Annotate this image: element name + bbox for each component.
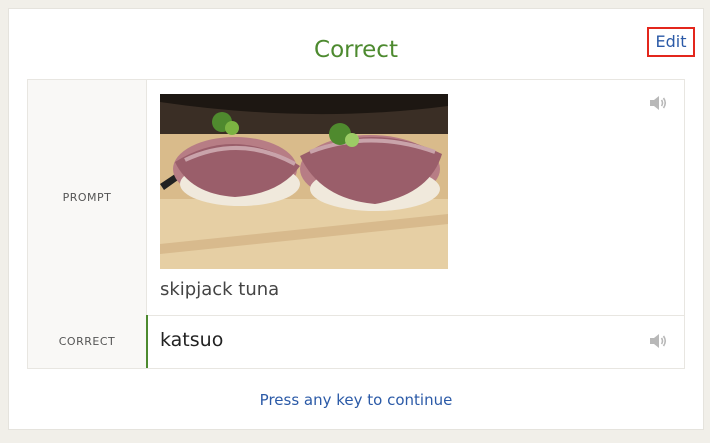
result-title: Correct <box>314 37 398 63</box>
continue-prompt[interactable]: Press any key to continue <box>9 391 703 409</box>
speaker-icon[interactable] <box>648 94 668 112</box>
prompt-row: PROMPT skipjack tuna <box>28 80 684 316</box>
correct-label: CORRECT <box>28 315 147 368</box>
speaker-icon[interactable] <box>648 332 668 350</box>
answer-text: katsuo <box>160 329 224 351</box>
prompt-text: skipjack tuna <box>160 279 280 300</box>
review-card: Correct Edit PROMPT skipjack tuna CORREC… <box>8 8 704 430</box>
prompt-content: skipjack tuna <box>147 80 684 315</box>
card-table: PROMPT skipjack tuna CORRECT katsuo <box>27 79 685 369</box>
correct-content: katsuo <box>146 315 684 368</box>
prompt-label: PROMPT <box>28 80 147 315</box>
correct-row: CORRECT katsuo <box>28 315 684 368</box>
sushi-image <box>160 94 448 269</box>
edit-button[interactable]: Edit <box>647 27 695 57</box>
